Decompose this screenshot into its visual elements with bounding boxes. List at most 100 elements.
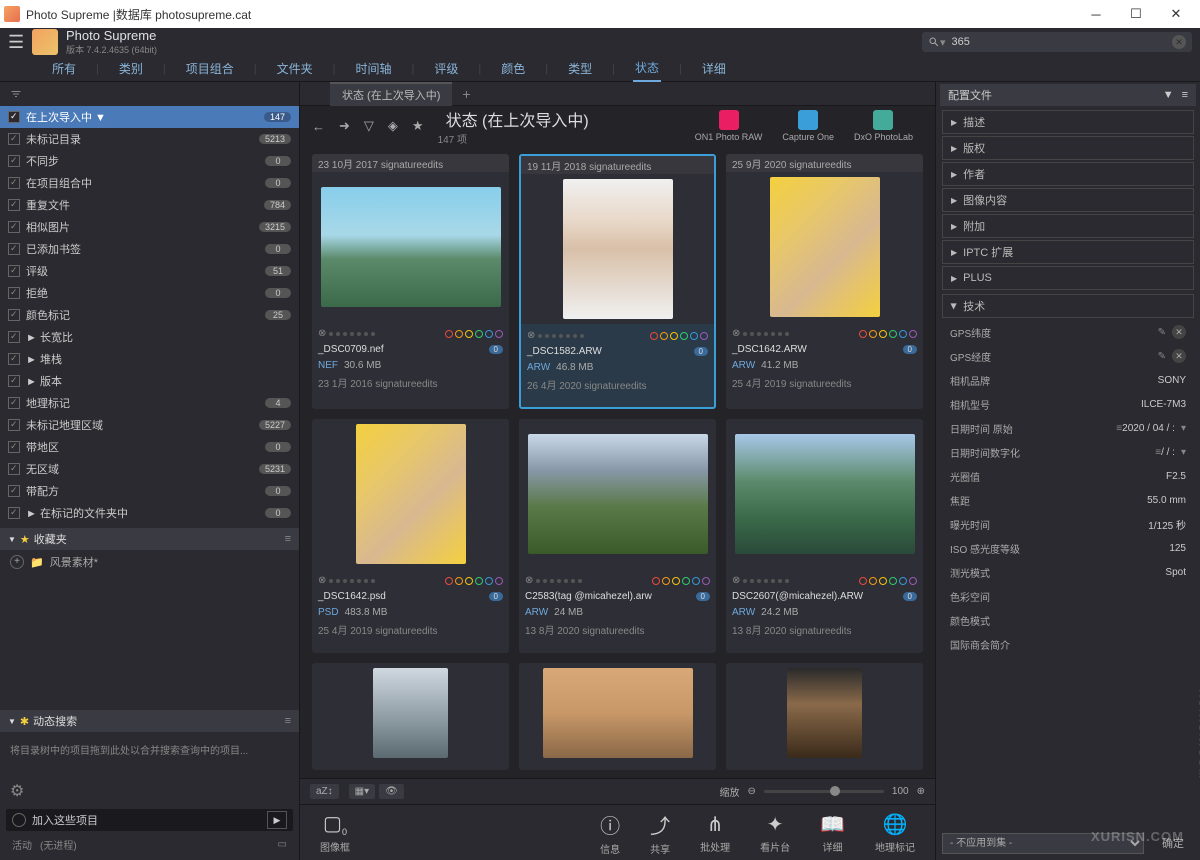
tech-field[interactable]: ISO 感光度等级125 bbox=[936, 536, 1200, 560]
action-button[interactable]: ⋔批处理 bbox=[700, 812, 730, 854]
nav-tab[interactable]: 类型 bbox=[566, 56, 594, 81]
clear-icon[interactable]: ✕ bbox=[1172, 35, 1186, 49]
layers-icon[interactable]: ◈ bbox=[388, 118, 398, 134]
tech-field[interactable]: 焦距55.0 mm bbox=[936, 488, 1200, 512]
action-button[interactable]: ✦看片台 bbox=[760, 812, 790, 854]
tech-field[interactable]: 日期时间 原始≡2020 / 04 / :▾ bbox=[936, 416, 1200, 440]
panel-section[interactable]: ▶描述 bbox=[942, 110, 1194, 134]
sidebar-item[interactable]: 颜色标记25 bbox=[0, 304, 299, 326]
sidebar-item[interactable]: 重复文件784 bbox=[0, 194, 299, 216]
nav-tab[interactable]: 颜色 bbox=[499, 56, 527, 81]
content-tab[interactable]: 状态 (在上次导入中) bbox=[330, 82, 452, 106]
sidebar-item[interactable]: 带地区0 bbox=[0, 436, 299, 458]
thumbnail-card[interactable]: ⊗_DSC1642.psd0PSD483.8 MB25 4月 2019 sign… bbox=[312, 419, 509, 652]
nav-tab[interactable]: 项目组合 bbox=[184, 56, 236, 81]
tech-field[interactable]: 光圈值F2.5 bbox=[936, 464, 1200, 488]
external-app[interactable]: ON1 Photo RAW bbox=[695, 110, 763, 142]
panel-section[interactable]: ▶作者 bbox=[942, 162, 1194, 186]
sidebar-item[interactable]: 未标记地理区域5227 bbox=[0, 414, 299, 436]
tech-field[interactable]: GPS经度✎✕ bbox=[936, 344, 1200, 368]
sidebar-item[interactable]: ► 堆栈 bbox=[0, 348, 299, 370]
external-app[interactable]: DxO PhotoLab bbox=[854, 110, 913, 142]
tech-field[interactable]: 相机型号ILCE-7M3 bbox=[936, 392, 1200, 416]
add-tab[interactable]: + bbox=[452, 86, 480, 102]
config-files[interactable]: 配置文件▼≡ bbox=[940, 84, 1196, 106]
apply-select[interactable]: - 不应用到集 - bbox=[942, 833, 1144, 854]
action-button[interactable]: ⤴共享 bbox=[650, 810, 670, 856]
external-app[interactable]: Capture One bbox=[782, 110, 834, 142]
thumbnail-card[interactable] bbox=[519, 663, 716, 770]
close-button[interactable]: ✕ bbox=[1156, 0, 1196, 28]
tech-field[interactable]: 曝光时间1/125 秒 bbox=[936, 512, 1200, 536]
minimize-button[interactable]: ─ bbox=[1076, 0, 1116, 28]
nav-tab[interactable]: 状态 bbox=[633, 55, 661, 82]
sidebar-item[interactable]: 在上次导入中 ▼147 bbox=[0, 106, 299, 128]
action-button[interactable]: 📖详细 bbox=[820, 812, 845, 854]
tech-field[interactable]: GPS纬度✎✕ bbox=[936, 320, 1200, 344]
panel-section[interactable]: ▶PLUS bbox=[942, 266, 1194, 290]
sidebar-item[interactable]: 相似图片3215 bbox=[0, 216, 299, 238]
sort-az[interactable]: aZ↕ bbox=[310, 784, 339, 799]
menu-icon[interactable]: ☰ bbox=[8, 32, 32, 53]
back-icon[interactable]: ← bbox=[312, 119, 325, 134]
favorite-item[interactable]: +📁风景素材* bbox=[0, 550, 299, 574]
view-toggle[interactable]: 👁 bbox=[379, 784, 404, 799]
maximize-button[interactable]: ☐ bbox=[1116, 0, 1156, 28]
action-button[interactable]: ⓘ信息 bbox=[600, 810, 620, 856]
sidebar-item[interactable]: 在项目组合中0 bbox=[0, 172, 299, 194]
tech-field[interactable]: 相机品牌SONY bbox=[936, 368, 1200, 392]
ok-button[interactable]: 确定 bbox=[1152, 832, 1194, 854]
tech-field[interactable]: 日期时间数字化≡/ / :▾ bbox=[936, 440, 1200, 464]
view-grid[interactable]: ▦▾ bbox=[349, 784, 375, 799]
nav-tab[interactable]: 时间轴 bbox=[354, 56, 394, 81]
nav-tab[interactable]: 所有 bbox=[50, 56, 78, 81]
thumbnail-card[interactable]: 19 11月 2018 signatureedits⊗_DSC1582.ARW0… bbox=[519, 154, 716, 409]
panel-section[interactable]: ▶版权 bbox=[942, 136, 1194, 160]
sidebar-item[interactable]: ► 在标记的文件夹中0 bbox=[0, 502, 299, 524]
thumbnail-card[interactable]: ⊗C2583(tag @micahezel).arw0ARW24 MB13 8月… bbox=[519, 419, 716, 652]
thumbnail-card[interactable]: 25 9月 2020 signatureedits⊗_DSC1642.ARW0A… bbox=[726, 154, 923, 409]
sidebar-item[interactable]: 无区域5231 bbox=[0, 458, 299, 480]
panel-section[interactable]: ▶附加 bbox=[942, 214, 1194, 238]
thumbnail-card[interactable] bbox=[312, 663, 509, 770]
tech-field[interactable]: 色彩空间 bbox=[936, 584, 1200, 608]
tech-field[interactable]: 国际商会简介 bbox=[936, 632, 1200, 656]
favorites-header[interactable]: ▼★收藏夹≡ bbox=[0, 528, 299, 550]
search-box[interactable]: ▾ ✕ bbox=[922, 32, 1192, 52]
nav-tab[interactable]: 类别 bbox=[117, 56, 145, 81]
tech-field[interactable]: 测光模式Spot bbox=[936, 560, 1200, 584]
sidebar-item[interactable]: ► 长宽比 bbox=[0, 326, 299, 348]
search-input[interactable] bbox=[946, 36, 1172, 48]
sidebar-item[interactable]: 评级51 bbox=[0, 260, 299, 282]
action-button[interactable]: 🌐地理标记 bbox=[875, 812, 915, 854]
sidebar-item[interactable]: 带配方0 bbox=[0, 480, 299, 502]
add-items-bar[interactable]: 加入这些项目▶ bbox=[6, 809, 293, 831]
nav-tab[interactable]: 评级 bbox=[432, 56, 460, 81]
panel-section[interactable]: ▶IPTC 扩展 bbox=[942, 240, 1194, 264]
thumbnail-card[interactable]: 23 10月 2017 signatureedits⊗_DSC0709.nef0… bbox=[312, 154, 509, 409]
drag-hint: 将目录树中的项目拖到此处以合并搜索查询中的项目... bbox=[0, 732, 299, 771]
nav-tab[interactable]: 文件夹 bbox=[275, 56, 315, 81]
dynamic-search-header[interactable]: ▼✱动态搜索≡ bbox=[0, 710, 299, 732]
zoom-out[interactable]: ⊖ bbox=[748, 786, 756, 797]
thumbnail-card[interactable] bbox=[726, 663, 923, 770]
filter-icon[interactable] bbox=[10, 88, 22, 100]
sidebar-item[interactable]: 已添加书签0 bbox=[0, 238, 299, 260]
sidebar-item[interactable]: 不同步0 bbox=[0, 150, 299, 172]
nav-tab[interactable]: 详细 bbox=[700, 56, 728, 81]
gear-icon[interactable]: ⚙ bbox=[6, 777, 293, 805]
action-button[interactable]: ▢0图像框 bbox=[320, 811, 350, 854]
sidebar-item[interactable]: 地理标记4 bbox=[0, 392, 299, 414]
tech-section[interactable]: ▶技术 bbox=[942, 294, 1194, 318]
tech-field[interactable]: 颜色模式 bbox=[936, 608, 1200, 632]
forward-icon[interactable]: ➜ bbox=[339, 118, 350, 134]
sidebar-item[interactable]: 拒绝0 bbox=[0, 282, 299, 304]
sidebar-item[interactable]: ► 版本 bbox=[0, 370, 299, 392]
filter-icon[interactable]: ▽ bbox=[364, 118, 374, 134]
thumbnail-card[interactable]: ⊗DSC2607(@micahezel).ARW0ARW24.2 MB13 8月… bbox=[726, 419, 923, 652]
star-icon[interactable]: ★ bbox=[412, 118, 424, 134]
panel-section[interactable]: ▶图像内容 bbox=[942, 188, 1194, 212]
zoom-slider[interactable] bbox=[764, 790, 884, 793]
sidebar-item[interactable]: 未标记目录5213 bbox=[0, 128, 299, 150]
zoom-in[interactable]: ⊕ bbox=[917, 786, 925, 797]
